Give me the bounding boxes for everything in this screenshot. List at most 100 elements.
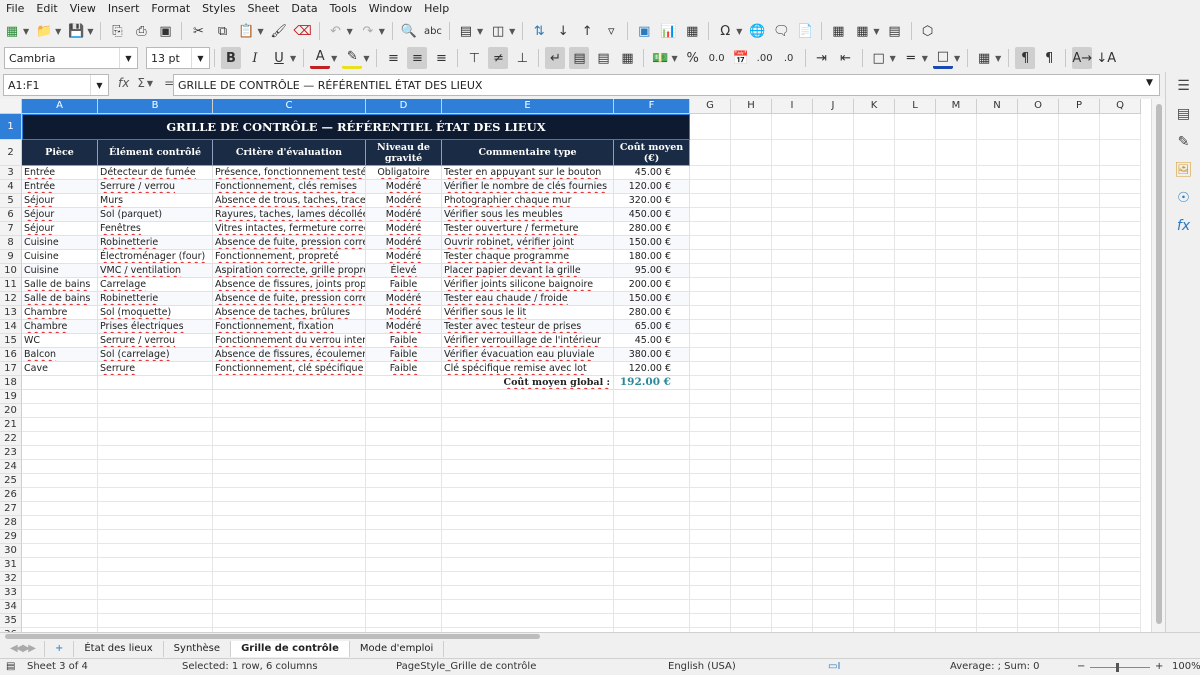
grid-cell[interactable] [1100, 208, 1141, 222]
grid-cell[interactable] [813, 334, 854, 348]
row-header-24[interactable]: 24 [0, 460, 22, 474]
column-title-5[interactable]: Commentaire type [442, 140, 614, 166]
data-cell[interactable]: Tester avec testeur de prises [442, 320, 614, 334]
grid-cell[interactable] [936, 348, 977, 362]
grid-cell[interactable] [366, 572, 442, 586]
grid-cell[interactable] [813, 306, 854, 320]
expand-formula-icon[interactable]: ▼ [1146, 78, 1153, 88]
data-cell[interactable]: Élevé [366, 264, 442, 278]
grid-cell[interactable] [1059, 600, 1100, 614]
data-cell[interactable]: Fonctionnement du verrou interne [213, 334, 366, 348]
column-header-j[interactable]: J [813, 99, 854, 114]
row-header-32[interactable]: 32 [0, 572, 22, 586]
grid-cell[interactable] [442, 600, 614, 614]
copy-icon[interactable]: ⧉ [212, 20, 232, 42]
text-orientation-horizontal-icon[interactable]: A→ [1072, 47, 1093, 69]
data-cell[interactable]: Serrure / verrou [98, 180, 213, 194]
grid-cell[interactable] [854, 334, 895, 348]
grid-cell[interactable] [731, 390, 772, 404]
grid-cell[interactable] [690, 250, 731, 264]
grid-cell[interactable] [1059, 278, 1100, 292]
grid-cell[interactable] [895, 488, 936, 502]
grid-cell[interactable] [22, 586, 98, 600]
data-cell[interactable]: Tester chaque programme [442, 250, 614, 264]
grid-cell[interactable] [1100, 502, 1141, 516]
grid-cell[interactable] [1059, 572, 1100, 586]
grid-cell[interactable] [813, 114, 854, 140]
grid-cell[interactable] [772, 404, 813, 418]
grid-cell[interactable] [936, 140, 977, 166]
data-cell[interactable]: Sol (moquette) [98, 306, 213, 320]
sheet-tab-4[interactable]: Mode d'emploi [350, 641, 445, 657]
grid-cell[interactable] [22, 572, 98, 586]
grid-cell[interactable] [1100, 404, 1141, 418]
data-cell[interactable]: Modéré [366, 250, 442, 264]
grid-cell[interactable] [772, 390, 813, 404]
data-cell[interactable] [213, 376, 366, 390]
row-header-13[interactable]: 13 [0, 306, 22, 320]
menu-format[interactable]: Format [145, 2, 196, 15]
grid-cell[interactable] [895, 376, 936, 390]
grid-cell[interactable] [731, 222, 772, 236]
header-footer-icon[interactable]: 📄 [795, 20, 815, 42]
grid-cell[interactable] [98, 404, 213, 418]
grid-cell[interactable] [813, 572, 854, 586]
sheet-tab-3[interactable]: Grille de contrôle [231, 641, 350, 657]
grid-cell[interactable] [977, 320, 1018, 334]
grid-cell[interactable] [22, 516, 98, 530]
grid-cell[interactable] [22, 404, 98, 418]
grid-cell[interactable] [366, 474, 442, 488]
row-header-14[interactable]: 14 [0, 320, 22, 334]
grid-cell[interactable] [813, 600, 854, 614]
grid-cell[interactable] [213, 502, 366, 516]
grid-cell[interactable] [614, 516, 690, 530]
grid-cell[interactable] [977, 114, 1018, 140]
grid-cell[interactable] [366, 558, 442, 572]
grid-cell[interactable] [895, 390, 936, 404]
merge-cells-icon[interactable]: ▤ [593, 47, 613, 69]
grid-cell[interactable] [895, 348, 936, 362]
grid-cell[interactable] [772, 544, 813, 558]
column-header-p[interactable]: P [1059, 99, 1100, 114]
data-cell[interactable]: Cuisine [22, 250, 98, 264]
data-cell[interactable]: Faible [366, 348, 442, 362]
grid-cell[interactable] [977, 348, 1018, 362]
grid-cell[interactable] [813, 348, 854, 362]
data-cell[interactable]: Aspiration correcte, grille propre [213, 264, 366, 278]
grid-cell[interactable] [895, 264, 936, 278]
grid-cell[interactable] [1100, 166, 1141, 180]
grid-cell[interactable] [22, 390, 98, 404]
grid-cell[interactable] [442, 502, 614, 516]
grid-cell[interactable] [1100, 558, 1141, 572]
grid-cell[interactable] [977, 474, 1018, 488]
row-header-30[interactable]: 30 [0, 544, 22, 558]
grid-cell[interactable] [936, 390, 977, 404]
cost-cell[interactable]: 320.00 € [614, 194, 690, 208]
data-cell[interactable]: Modéré [366, 236, 442, 250]
grid-cell[interactable] [854, 460, 895, 474]
grid-cell[interactable] [690, 166, 731, 180]
grid-cell[interactable] [895, 180, 936, 194]
grid-cell[interactable] [895, 362, 936, 376]
cost-cell[interactable]: 120.00 € [614, 180, 690, 194]
data-cell[interactable]: Fenêtres [98, 222, 213, 236]
grid-cell[interactable] [1100, 264, 1141, 278]
grid-cell[interactable] [366, 446, 442, 460]
grid-cell[interactable] [366, 516, 442, 530]
grid-cell[interactable] [1059, 306, 1100, 320]
data-cell[interactable]: Modéré [366, 320, 442, 334]
sidebar-menu-icon[interactable]: ☰ [1166, 72, 1200, 100]
grid-cell[interactable] [614, 558, 690, 572]
grid-cell[interactable] [936, 488, 977, 502]
grid-cell[interactable] [813, 236, 854, 250]
grid-cell[interactable] [977, 140, 1018, 166]
grid-cell[interactable] [772, 572, 813, 586]
row-header-11[interactable]: 11 [0, 278, 22, 292]
grid-cell[interactable] [1018, 474, 1059, 488]
grid-cell[interactable] [854, 418, 895, 432]
row-header-22[interactable]: 22 [0, 432, 22, 446]
grid-cell[interactable] [1018, 614, 1059, 628]
align-left-icon[interactable]: ≡ [383, 47, 403, 69]
bold-icon[interactable]: B [221, 47, 241, 69]
grid-cell[interactable] [731, 558, 772, 572]
